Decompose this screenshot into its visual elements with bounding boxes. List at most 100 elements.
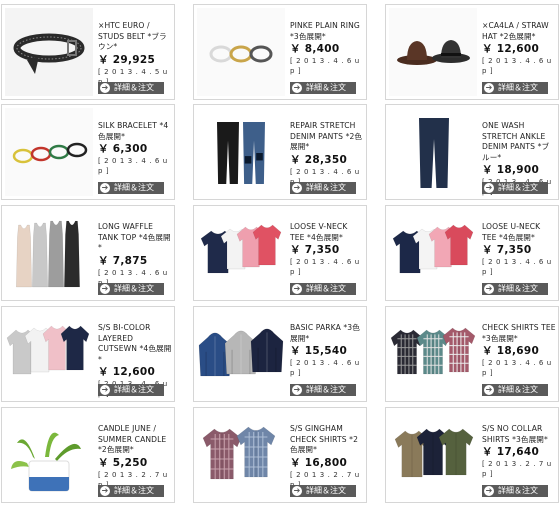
product-card: S/S NO COLLAR SHIRTS *3色展開* ￥ 17,640 [ 2 0… bbox=[385, 407, 559, 503]
arrow-right-circle-icon: ➔ bbox=[100, 385, 110, 395]
detail-order-label: 詳細＆注文 bbox=[306, 183, 346, 192]
product-name: LONG WAFFLE TANK TOP *4色展開* bbox=[98, 222, 171, 252]
detail-order-label: 詳細＆注文 bbox=[114, 486, 154, 495]
product-price: ￥ 17,640 bbox=[482, 446, 540, 458]
detail-order-button[interactable]: ➔ 詳細＆注文 bbox=[482, 82, 548, 94]
detail-order-button[interactable]: ➔ 詳細＆注文 bbox=[290, 384, 356, 396]
belt-image[interactable] bbox=[5, 8, 93, 96]
detail-order-button[interactable]: ➔ 詳細＆注文 bbox=[98, 485, 164, 497]
detail-order-label: 詳細＆注文 bbox=[114, 284, 154, 293]
detail-order-label: 詳細＆注文 bbox=[114, 83, 154, 92]
detail-order-button[interactable]: ➔ 詳細＆注文 bbox=[482, 485, 548, 497]
product-info: SILK BRACELET *4色展開* ￥ 6,300 [ 2 0 1 3 . 4… bbox=[98, 121, 172, 176]
detail-order-button[interactable]: ➔ 詳細＆注文 bbox=[482, 384, 548, 396]
product-date: [ 2 0 1 3 . 4 . 6 u p ] bbox=[482, 258, 552, 276]
product-card: BASIC PARKA *3色展開* ￥ 15,540 [ 2 0 1 3 . 4 … bbox=[193, 306, 367, 402]
check-shirts-image[interactable] bbox=[389, 310, 477, 398]
gingham-shirts-image[interactable] bbox=[197, 411, 285, 499]
detail-order-label: 詳細＆注文 bbox=[498, 284, 538, 293]
arrow-right-circle-icon: ➔ bbox=[292, 183, 302, 193]
product-date: [ 2 0 1 3 . 4 . 6 u p ] bbox=[98, 157, 168, 175]
arrow-right-circle-icon: ➔ bbox=[484, 183, 494, 193]
product-name: S/S NO COLLAR SHIRTS *3色展開* bbox=[482, 424, 548, 444]
product-card: S/S GINGHAM CHECK SHIRTS *2色展開* ￥ 16,800[… bbox=[193, 407, 367, 503]
detail-order-label: 詳細＆注文 bbox=[306, 83, 346, 92]
ankle-denim-image[interactable] bbox=[389, 108, 477, 196]
product-info: S/S GINGHAM CHECK SHIRTS *2色展開* ￥ 16,800[… bbox=[290, 424, 364, 490]
arrow-right-circle-icon: ➔ bbox=[100, 183, 110, 193]
arrow-right-circle-icon: ➔ bbox=[292, 385, 302, 395]
product-info: CANDLE JUNE / SUMMER CANDLE *2色展開* ￥ 5,25… bbox=[98, 424, 172, 490]
product-price: ￥ 7,350 bbox=[482, 244, 532, 256]
candle-image[interactable] bbox=[5, 411, 93, 499]
product-card: PINKE PLAIN RING *3色展開* ￥ 8,400 [ 2 0 1 3 … bbox=[193, 4, 367, 100]
parkas-image[interactable] bbox=[197, 310, 285, 398]
product-date: [ 2 0 1 3 . 4 . 6 u p ] bbox=[290, 57, 360, 75]
detail-order-label: 詳細＆注文 bbox=[498, 83, 538, 92]
bracelets-image[interactable] bbox=[5, 108, 93, 196]
arrow-right-circle-icon: ➔ bbox=[292, 486, 302, 496]
detail-order-button[interactable]: ➔ 詳細＆注文 bbox=[482, 283, 548, 295]
product-price: ￥ 6,300 bbox=[98, 143, 148, 155]
product-price: ￥ 16,800 bbox=[290, 456, 348, 469]
product-name: ×CA4LA / STRAW HAT *2色展開* bbox=[482, 21, 549, 41]
uneck-tees-image[interactable] bbox=[389, 209, 477, 297]
detail-order-label: 詳細＆注文 bbox=[306, 284, 346, 293]
detail-order-label: 詳細＆注文 bbox=[306, 486, 346, 495]
detail-order-button[interactable]: ➔ 詳細＆注文 bbox=[482, 182, 548, 194]
product-name: BASIC PARKA *3色展開* bbox=[290, 323, 360, 343]
arrow-right-circle-icon: ➔ bbox=[484, 83, 494, 93]
cutsewn-image[interactable] bbox=[5, 310, 93, 398]
denim-pants-image[interactable] bbox=[197, 108, 285, 196]
product-price: ￥ 18,900 bbox=[482, 164, 540, 176]
product-card: ×HTC EURO / STUDS BELT *ブラウン* ￥ 29,925[ 2… bbox=[1, 4, 175, 100]
detail-order-button[interactable]: ➔ 詳細＆注文 bbox=[290, 182, 356, 194]
detail-order-button[interactable]: ➔ 詳細＆注文 bbox=[98, 384, 164, 396]
product-name: CHECK SHIRTS TEE *3色展開* bbox=[482, 323, 556, 343]
detail-order-button[interactable]: ➔ 詳細＆注文 bbox=[98, 182, 164, 194]
product-grid: ×HTC EURO / STUDS BELT *ブラウン* ￥ 29,925 [ 2… bbox=[0, 0, 560, 510]
product-date: [ 2 0 1 3 . 4 . 6 u p ] bbox=[482, 359, 552, 377]
product-info: PINKE PLAIN RING *3色展開* ￥ 8,400 [ 2 0 1 3 … bbox=[290, 21, 364, 76]
product-name: ×HTC EURO / STUDS BELT *ブラウン* bbox=[98, 21, 167, 51]
product-price: ￥ 29,925 bbox=[98, 53, 156, 66]
product-card: ×CA4LA / STRAW HAT *2色展開* ￥ 12,600 [ 2 0 1… bbox=[385, 4, 559, 100]
detail-order-label: 詳細＆注文 bbox=[114, 183, 154, 192]
vneck-tees-image[interactable] bbox=[197, 209, 285, 297]
product-name: PINKE PLAIN RING *3色展開* bbox=[290, 21, 360, 41]
no-collar-shirts-image[interactable] bbox=[389, 411, 477, 499]
detail-order-button[interactable]: ➔ 詳細＆注文 bbox=[98, 82, 164, 94]
product-price: ￥ 5,250 bbox=[98, 456, 148, 469]
arrow-right-circle-icon: ➔ bbox=[100, 486, 110, 496]
product-card: SILK BRACELET *4色展開* ￥ 6,300 [ 2 0 1 3 . 4… bbox=[1, 104, 175, 200]
detail-order-label: 詳細＆注文 bbox=[306, 385, 346, 394]
detail-order-label: 詳細＆注文 bbox=[498, 385, 538, 394]
product-price: ￥ 12,600 bbox=[98, 366, 156, 378]
detail-order-button[interactable]: ➔ 詳細＆注文 bbox=[290, 82, 356, 94]
product-info: LOOSE V-NECK TEE *4色展開* ￥ 7,350 [ 2 0 1 3 … bbox=[290, 222, 364, 277]
detail-order-button[interactable]: ➔ 詳細＆注文 bbox=[98, 283, 164, 295]
detail-order-button[interactable]: ➔ 詳細＆注文 bbox=[290, 283, 356, 295]
rings-image[interactable] bbox=[197, 8, 285, 96]
product-info: ×HTC EURO / STUDS BELT *ブラウン* ￥ 29,925[ 2… bbox=[98, 21, 172, 87]
product-info: LONG WAFFLE TANK TOP *4色展開* ￥ 7,875[ 2 0 … bbox=[98, 222, 172, 288]
detail-order-label: 詳細＆注文 bbox=[498, 183, 538, 192]
tank-tops-image[interactable] bbox=[5, 209, 93, 297]
product-info: ×CA4LA / STRAW HAT *2色展開* ￥ 12,600 [ 2 0 1… bbox=[482, 21, 556, 76]
product-name: SILK BRACELET *4色展開* bbox=[98, 121, 169, 141]
product-card: LOOSE U-NECK TEE *4色展開* ￥ 7,350 [ 2 0 1 3 … bbox=[385, 205, 559, 301]
product-card: LONG WAFFLE TANK TOP *4色展開* ￥ 7,875[ 2 0 … bbox=[1, 205, 175, 301]
hats-image[interactable] bbox=[389, 8, 477, 96]
product-name: LOOSE V-NECK TEE *4色展開* bbox=[290, 222, 348, 242]
product-card: CHECK SHIRTS TEE *3色展開* ￥ 18,690 [ 2 0 1 3… bbox=[385, 306, 559, 402]
detail-order-button[interactable]: ➔ 詳細＆注文 bbox=[290, 485, 356, 497]
arrow-right-circle-icon: ➔ bbox=[484, 385, 494, 395]
product-name: LOOSE U-NECK TEE *4色展開* bbox=[482, 222, 541, 242]
arrow-right-circle-icon: ➔ bbox=[292, 284, 302, 294]
product-card: CANDLE JUNE / SUMMER CANDLE *2色展開* ￥ 5,25… bbox=[1, 407, 175, 503]
product-price: ￥ 18,690 bbox=[482, 345, 540, 357]
product-name: REPAIR STRETCH DENIM PANTS *2色展開* bbox=[290, 121, 363, 151]
product-info: LOOSE U-NECK TEE *4色展開* ￥ 7,350 [ 2 0 1 3 … bbox=[482, 222, 556, 277]
product-info: S/S NO COLLAR SHIRTS *3色展開* ￥ 17,640 [ 2 0… bbox=[482, 424, 556, 479]
product-price: ￥ 12,600 bbox=[482, 43, 540, 55]
